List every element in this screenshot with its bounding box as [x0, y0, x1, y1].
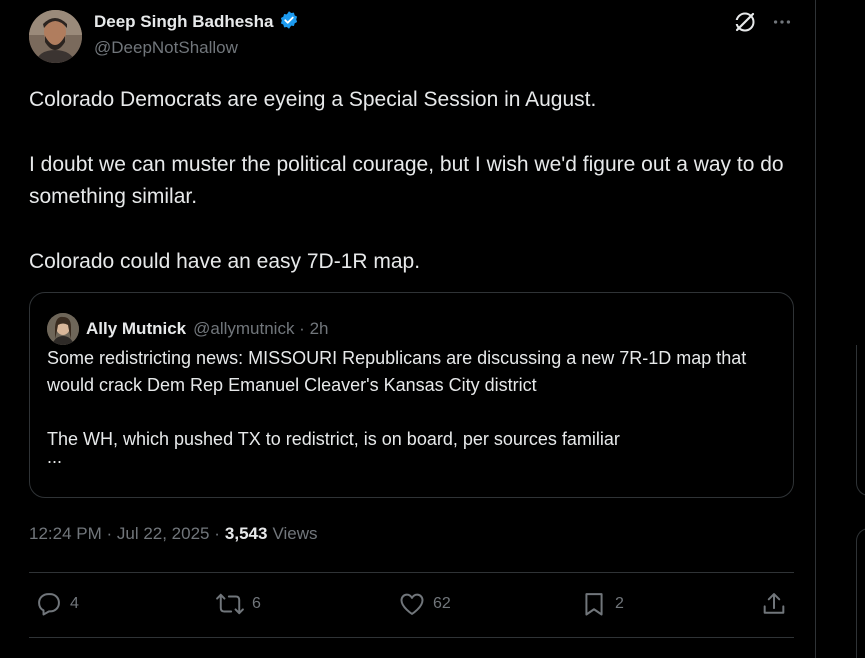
bookmark-count: 2 — [615, 595, 624, 612]
bookmark-button[interactable]: 2 — [580, 590, 624, 618]
right-sidebar-card-edge — [856, 345, 865, 496]
more-horizontal-icon[interactable] — [771, 11, 793, 33]
tweet-paragraph: Colorado Democrats are eyeing a Special … — [29, 88, 597, 111]
divider — [29, 637, 794, 638]
grok-icon[interactable] — [733, 10, 757, 34]
views-label: Views — [272, 524, 318, 543]
quoted-tweet-card[interactable]: Ally Mutnick @allymutnick · 2h Some redi… — [29, 292, 794, 498]
tweet-paragraph: I doubt we can muster the political cour… — [29, 152, 784, 209]
quoted-tweet-text: Some redistricting news: MISSOURI Republ… — [47, 345, 777, 453]
share-icon — [763, 593, 785, 614]
tweet-paragraph: Colorado could have an easy 7D-1R map. — [29, 249, 421, 273]
right-sidebar-card-edge — [856, 528, 865, 658]
views-count: 3,543 — [224, 524, 268, 543]
quoted-author-name[interactable]: Ally Mutnick — [86, 319, 186, 339]
reply-button[interactable]: 4 — [35, 590, 79, 618]
reply-icon — [38, 593, 60, 616]
reply-count: 4 — [70, 595, 79, 612]
like-count: 62 — [433, 595, 451, 612]
author-name-row[interactable]: Deep Singh Badhesha — [94, 10, 299, 34]
verified-badge-icon — [279, 10, 299, 35]
share-button[interactable] — [760, 590, 788, 618]
top-actions — [733, 10, 793, 34]
like-button[interactable]: 62 — [398, 590, 451, 618]
main-column: Deep Singh Badhesha @DeepNotShallow Colo… — [0, 0, 816, 658]
quoted-paragraph: Some redistricting news: MISSOURI Republ… — [47, 348, 747, 395]
author-handle[interactable]: @DeepNotShallow — [94, 38, 238, 58]
quoted-paragraph: The WH, which pushed TX to redistrict, i… — [47, 429, 620, 449]
tweet-timestamp[interactable]: 12:24 PM · Jul 22, 2025 · — [29, 524, 220, 544]
bookmark-icon — [585, 593, 603, 616]
repost-icon — [216, 593, 244, 615]
quoted-tweet-ellipsis: ... — [47, 447, 63, 467]
quoted-author-handle-time: @allymutnick · 2h — [193, 319, 329, 338]
quoted-author-avatar-image — [47, 313, 79, 345]
heart-icon — [400, 593, 424, 615]
tweet-text: Colorado Democrats are eyeing a Special … — [29, 84, 799, 278]
tweet-actions: 4 6 62 2 — [29, 590, 794, 620]
author-avatar[interactable] — [29, 10, 82, 63]
tweet-meta: 12:24 PM · Jul 22, 2025 · 3,543 Views — [29, 524, 317, 544]
repost-button[interactable]: 6 — [215, 590, 261, 618]
quoted-tweet-header: Ally Mutnick @allymutnick · 2h — [47, 313, 328, 345]
quoted-author-avatar[interactable] — [47, 313, 79, 345]
repost-count: 6 — [252, 595, 261, 612]
author-avatar-image — [29, 10, 82, 63]
author-display-name[interactable]: Deep Singh Badhesha — [94, 12, 273, 32]
divider — [29, 572, 794, 573]
tweet-detail-page: Deep Singh Badhesha @DeepNotShallow Colo… — [0, 0, 865, 658]
